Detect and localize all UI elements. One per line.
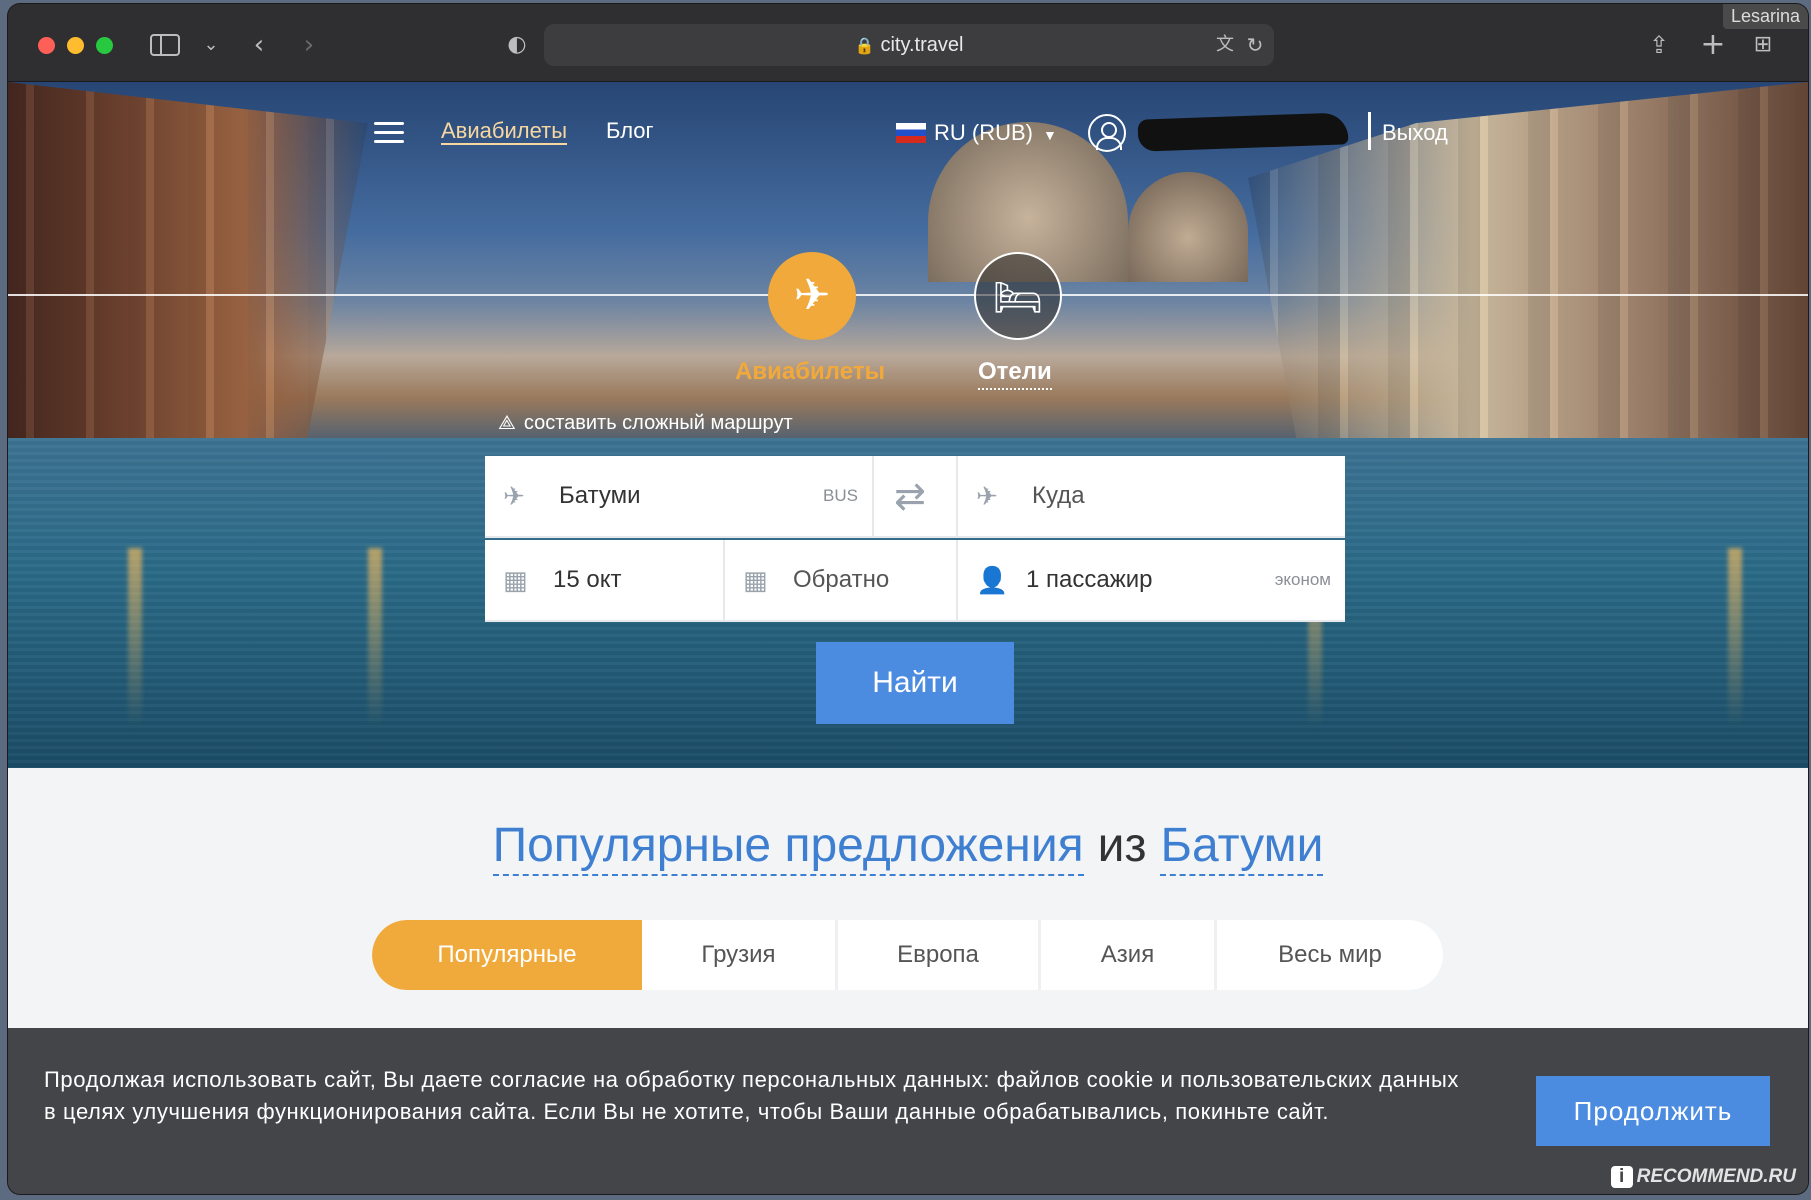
tab-popular[interactable]: Популярные [372,920,642,990]
shield-icon[interactable]: ◐ [500,28,534,62]
search-form: ✈ Батуми BUS ⇄ ✈ Куда ▦ 15 окт ▦ Обратно… [485,456,1345,622]
redacted-username [1137,112,1349,152]
browser-toolbar: ⌄ ‹ › ◐ 🔒 city.travel 文 ↻ ⇪ + ⊞ Lesarina [8,4,1808,82]
destination-placeholder: Куда [1032,482,1085,509]
recommend-logo-icon: i [1610,1166,1633,1188]
forward-icon[interactable]: › [292,28,326,62]
destination-field[interactable]: ✈ Куда [958,456,1345,538]
user-icon[interactable] [1088,114,1126,152]
close-window-button[interactable] [38,37,55,54]
swap-button[interactable]: ⇄ [874,456,958,538]
tab-georgia[interactable]: Грузия [642,920,838,990]
browser-window: ⌄ ‹ › ◐ 🔒city.travel 文 ↻ ⇪ + ⊞ Lesarina [8,4,1808,1194]
complex-route-link[interactable]: ⟁ составить сложный маршрут [498,410,793,435]
tab-europe[interactable]: Европа [838,920,1041,990]
minimize-window-button[interactable] [67,37,84,54]
sidebar-toggle-icon[interactable] [150,34,180,56]
tab-flights[interactable]: Авиабилеты [735,358,885,386]
new-tab-icon[interactable]: + [1696,28,1730,62]
menu-icon[interactable] [374,122,404,144]
airplane-icon[interactable]: ✈ [768,252,856,340]
currency-selector[interactable]: RU (RUB) ▼ [896,120,1057,146]
russia-flag-icon [896,123,926,143]
nav-link-flights[interactable]: Авиабилеты [441,118,567,144]
departure-date-field[interactable]: ▦ 15 окт [485,540,725,622]
takeoff-icon: ✈ [503,482,525,512]
popular-section: Популярные предложения из Батуми Популярны… [8,768,1808,1028]
search-button[interactable]: Найти [816,642,1014,724]
person-icon: 👤 [976,566,1009,596]
travel-class: эконом [1274,570,1331,589]
corner-badge: Lesarina [1722,4,1808,29]
share-icon[interactable]: ⇪ [1642,28,1676,62]
cookie-continue-button[interactable]: Продолжить [1536,1076,1770,1146]
mode-divider-line [8,294,1808,296]
passengers-value: 1 пассажир [1026,566,1153,593]
popular-title: Популярные предложения из Батуми [8,818,1808,876]
tab-whole-world[interactable]: Весь мир [1217,920,1443,990]
reload-icon[interactable]: ↻ [1238,28,1272,62]
cookie-text: Продолжая использовать сайт, Вы даете со… [44,1067,1460,1124]
return-date-field[interactable]: ▦ Обратно [725,540,958,622]
site-nav: Авиабилеты Блог RU (RUB) ▼ Выход [8,82,1808,172]
popular-city-link[interactable]: Батуми [1160,819,1324,876]
watermark: i RECOMMEND.RU [1610,1166,1796,1188]
landing-icon: ✈ [976,482,998,512]
logout-link[interactable]: Выход [1382,120,1448,146]
tab-asia[interactable]: Азия [1041,920,1217,990]
calendar-icon: ▦ [743,566,768,596]
bed-icon[interactable]: 🛏 [974,252,1062,340]
return-date-placeholder: Обратно [793,566,890,593]
origin-code: BUS [823,486,858,505]
hero-section: Авиабилеты Блог RU (RUB) ▼ Выход ✈ 🛏 Авиа… [8,82,1808,768]
route-icon: ⟁ [498,410,516,434]
calendar-icon: ▦ [503,566,528,596]
region-tabs: Популярные Грузия Европа Азия Весь мир [372,920,1443,990]
background-dome-small [1128,172,1248,282]
nav-separator [1368,112,1371,150]
passengers-field[interactable]: 👤 1 пассажир эконом [958,540,1345,622]
back-icon[interactable]: ‹ [242,28,276,62]
address-bar[interactable]: 🔒 city.travel 文 ↻ [544,24,1274,66]
lock-icon: 🔒 [854,38,875,55]
chevron-down-icon: ▼ [1043,127,1057,143]
origin-field[interactable]: ✈ Батуми BUS [485,456,874,538]
zoom-window-button[interactable] [96,37,113,54]
url-text: 🔒 city.travel [854,34,964,56]
tab-hotels[interactable]: Отели [978,358,1052,390]
swap-icon: ⇄ [894,474,926,518]
tab-overview-icon[interactable]: ⊞ [1746,28,1780,62]
translate-icon[interactable]: 文 [1208,28,1242,62]
nav-link-blog[interactable]: Блог [606,118,654,144]
origin-value: Батуми [559,482,641,509]
departure-date-value: 15 окт [553,566,622,593]
cookie-banner: Продолжая использовать сайт, Вы даете со… [8,1028,1808,1194]
popular-type-link[interactable]: Популярные предложения [492,819,1084,876]
chevron-down-icon[interactable]: ⌄ [194,28,228,62]
